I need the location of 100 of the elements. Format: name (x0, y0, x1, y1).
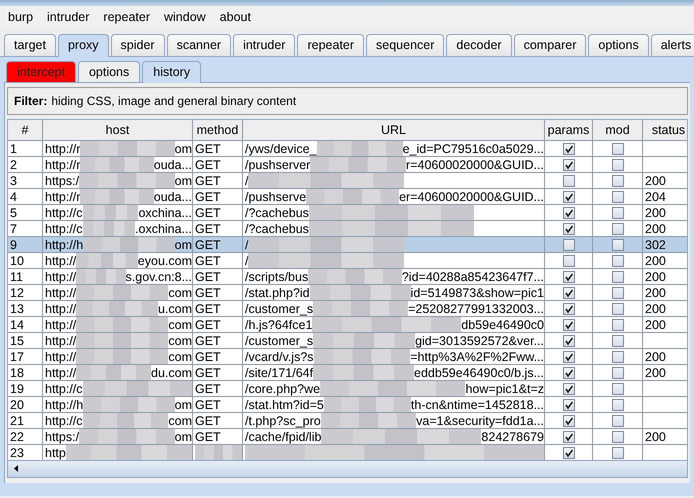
menu-item[interactable]: window (164, 10, 206, 24)
checkbox[interactable] (612, 190, 624, 202)
table-cell: om (174, 398, 192, 412)
table-cell: 13 (10, 302, 24, 316)
checkbox[interactable] (612, 366, 624, 378)
table-cell: http://r (45, 158, 80, 172)
checkbox[interactable] (612, 238, 624, 250)
tab[interactable]: scanner (166, 34, 232, 56)
menu-item[interactable]: repeater (103, 10, 150, 24)
table-cell: http (45, 446, 66, 460)
table-cell: eddb59e46490c0/b.js... (414, 366, 544, 380)
column-header[interactable]: host (43, 120, 193, 141)
tab[interactable]: history (142, 61, 202, 83)
checkbox[interactable] (562, 286, 574, 298)
tab[interactable]: spider (110, 34, 165, 56)
menu-item[interactable]: intruder (47, 10, 90, 24)
checkbox[interactable] (562, 206, 574, 218)
checkbox[interactable] (612, 222, 624, 234)
checkbox[interactable] (562, 446, 574, 458)
tab[interactable]: options (78, 61, 140, 82)
table-cell: /customer_s (245, 334, 314, 348)
checkbox[interactable] (562, 318, 574, 330)
checkbox[interactable] (612, 142, 624, 154)
table-cell: 204 (645, 190, 666, 204)
checkbox[interactable] (562, 302, 574, 314)
table-cell: /pushserve (245, 190, 306, 204)
checkbox[interactable] (612, 430, 624, 442)
checkbox[interactable] (562, 398, 574, 410)
table-cell: / (245, 238, 248, 252)
checkbox[interactable] (562, 254, 574, 266)
checkbox[interactable] (562, 334, 574, 346)
checkbox[interactable] (612, 270, 624, 282)
checkbox[interactable] (562, 222, 574, 234)
column-header[interactable]: URL (243, 120, 545, 141)
checkbox[interactable] (612, 318, 624, 330)
table-cell: er=40600020000&GUID... (399, 190, 544, 204)
table-cell: 10 (10, 254, 24, 268)
table-cell: =http%3A%2F%2Fww... (410, 350, 544, 364)
checkbox[interactable] (612, 382, 624, 394)
table-cell: /?cachebus (245, 206, 309, 220)
checkbox[interactable] (562, 158, 574, 170)
checkbox[interactable] (562, 142, 574, 154)
tab[interactable]: alerts (650, 34, 694, 56)
table-cell: GET (195, 174, 221, 188)
checkbox[interactable] (612, 174, 624, 186)
table-cell: 200 (645, 254, 666, 268)
checkbox[interactable] (562, 350, 574, 362)
menu-item[interactable]: about (220, 10, 251, 24)
checkbox[interactable] (612, 254, 624, 266)
tab[interactable]: target (4, 34, 56, 56)
checkbox[interactable] (562, 382, 574, 394)
table-cell: GET (195, 222, 221, 236)
table-cell: du.com (151, 366, 192, 380)
table-cell: http:// (45, 302, 76, 316)
tab[interactable]: sequencer (366, 34, 444, 56)
checkbox[interactable] (562, 270, 574, 282)
checkbox[interactable] (562, 190, 574, 202)
checkbox[interactable] (612, 206, 624, 218)
checkbox[interactable] (612, 446, 624, 458)
table-cell: GET (195, 270, 221, 284)
checkbox[interactable] (612, 350, 624, 362)
tab[interactable]: decoder (446, 34, 512, 56)
table-cell: ouda... (154, 190, 192, 204)
table-cell: 3 (10, 174, 17, 188)
checkbox[interactable] (612, 158, 624, 170)
table-cell: com (168, 286, 192, 300)
table-cell: va=1&security=fdd1a... (416, 414, 544, 428)
table-cell: http://c (45, 382, 83, 396)
checkbox[interactable] (562, 414, 574, 426)
table-cell: http://h (45, 398, 84, 412)
table-cell: GET (195, 286, 221, 300)
checkbox[interactable] (612, 334, 624, 346)
checkbox[interactable] (612, 302, 624, 314)
checkbox[interactable] (562, 430, 574, 442)
tab[interactable]: proxy (58, 34, 109, 57)
tab[interactable]: intercept (6, 61, 76, 82)
table-cell: 200 (645, 350, 666, 364)
checkbox[interactable] (612, 286, 624, 298)
table-cell: 22 (10, 430, 24, 444)
tab[interactable]: options (588, 34, 649, 56)
menu-item[interactable]: burp (8, 10, 34, 24)
checkbox[interactable] (562, 366, 574, 378)
column-header[interactable]: method (193, 120, 243, 141)
checkbox[interactable] (612, 414, 624, 426)
checkbox[interactable] (562, 238, 574, 250)
table-cell: http:// (45, 366, 76, 380)
checkbox[interactable] (612, 398, 624, 410)
table-cell: om (174, 238, 192, 252)
column-header[interactable]: # (8, 120, 43, 141)
table-cell: ?id=40288a85423647f7... (402, 270, 544, 284)
column-header[interactable]: status (643, 120, 687, 141)
table-cell: 200 (645, 366, 666, 380)
table-cell: / (245, 174, 248, 188)
column-header[interactable]: params (545, 120, 593, 141)
checkbox[interactable] (562, 174, 574, 186)
column-header[interactable]: mod (593, 120, 643, 141)
tab[interactable]: comparer (514, 34, 586, 56)
filter-text[interactable]: hiding CSS, image and general binary content (51, 94, 296, 108)
tab[interactable]: repeater (297, 34, 364, 56)
tab[interactable]: intruder (233, 34, 296, 56)
